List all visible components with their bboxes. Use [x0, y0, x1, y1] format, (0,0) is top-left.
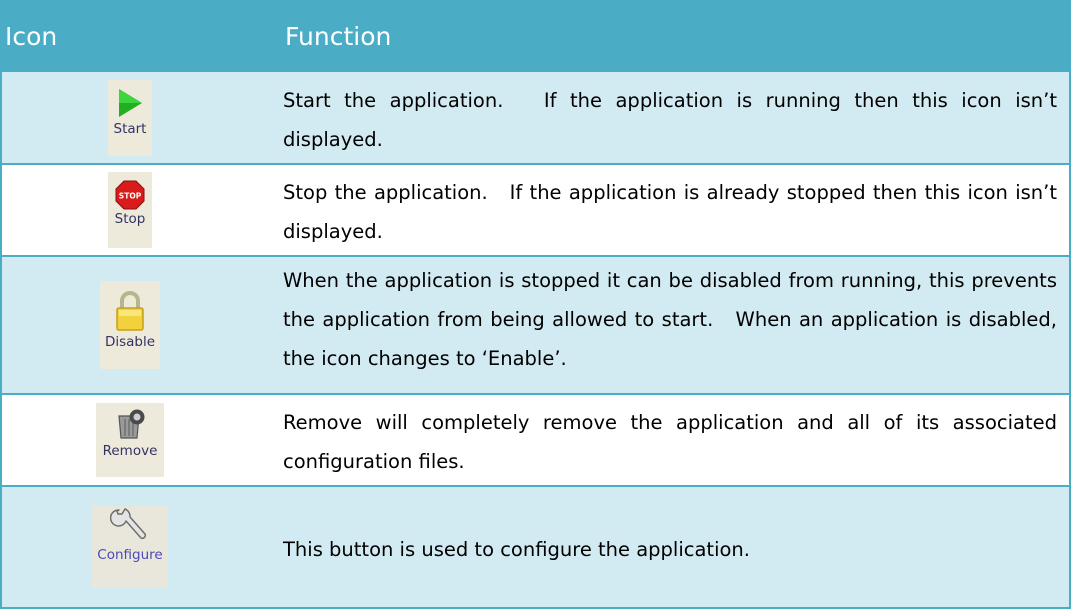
remove-label: Remove: [102, 443, 158, 459]
wrench-icon: [110, 508, 147, 540]
header-function-column: Function: [258, 2, 1069, 70]
description-cell: Remove will completely remove the applic…: [258, 393, 1069, 485]
icon-function-table: Icon Function Start Start the applicatio…: [0, 0, 1071, 609]
disable-button[interactable]: Disable: [100, 281, 160, 369]
stop-button[interactable]: STOP Stop: [108, 172, 152, 248]
start-button[interactable]: Start: [108, 79, 152, 156]
disable-label: Disable: [104, 334, 156, 350]
configure-description: This button is used to configure the app…: [283, 537, 750, 561]
header-icon-column: Icon: [2, 2, 258, 70]
description-cell: This button is used to configure the app…: [258, 485, 1069, 607]
configure-label: Configure: [97, 547, 163, 563]
configure-button[interactable]: Configure: [92, 506, 168, 588]
disable-description: When the application is stopped it can b…: [283, 269, 1057, 370]
padlock-icon: [116, 291, 144, 331]
stop-sign-text: STOP: [119, 192, 142, 201]
remove-description: Remove will completely remove the applic…: [283, 411, 1057, 473]
remove-button[interactable]: Remove: [96, 403, 164, 477]
stop-label: Stop: [114, 211, 146, 227]
description-cell: Stop the application. If the application…: [258, 163, 1069, 255]
stop-sign-icon: STOP: [115, 180, 145, 210]
description-cell: Start the application. If the applicatio…: [258, 70, 1069, 163]
description-cell: When the application is stopped it can b…: [258, 255, 1069, 393]
trash-bin-icon: [118, 409, 145, 439]
icon-cell: Configure: [2, 485, 258, 607]
play-icon: [119, 88, 142, 117]
start-label: Start: [113, 120, 147, 137]
start-description: Start the application. If the applicatio…: [283, 88, 1057, 151]
icon-cell: STOP Stop: [2, 163, 258, 255]
stop-description: Stop the application. If the application…: [283, 181, 1057, 243]
icon-cell: Remove: [2, 393, 258, 485]
icon-cell: Start: [2, 70, 258, 163]
icon-cell: Disable: [2, 255, 258, 393]
